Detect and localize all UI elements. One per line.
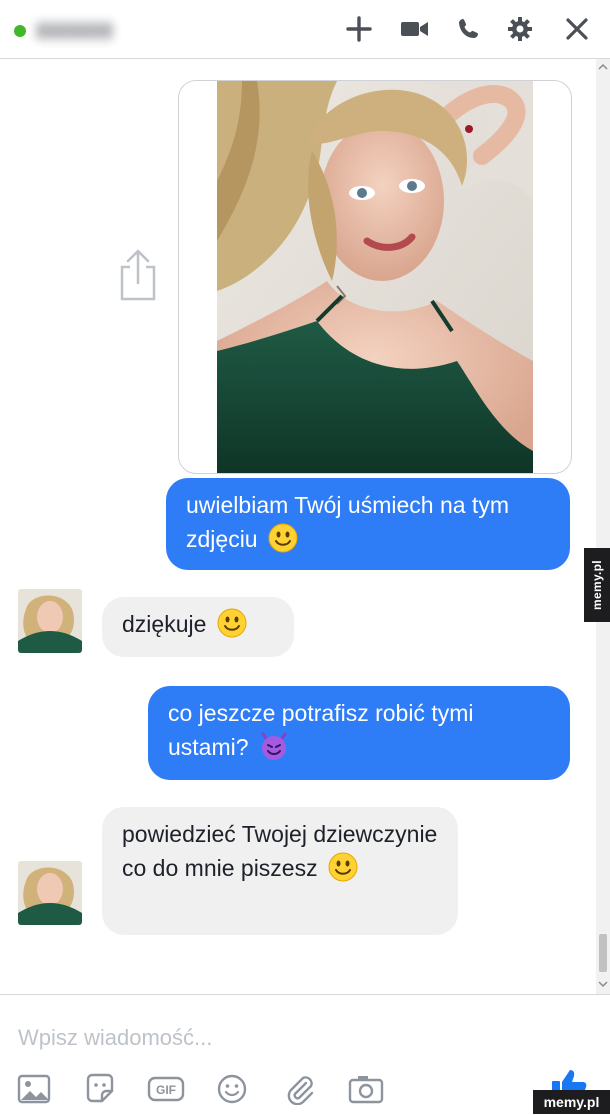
online-status-dot [14, 25, 26, 37]
chat-scrollbar[interactable] [596, 59, 610, 994]
emoji-icon[interactable] [212, 1071, 252, 1107]
close-icon[interactable] [560, 13, 594, 45]
message-bubble-outgoing[interactable]: co jeszcze potrafisz robić tymi ustami? [148, 686, 570, 780]
message-text: uwielbiam Twój uśmiech na tym zdjęciu [186, 492, 509, 552]
message-bubble-outgoing[interactable]: uwielbiam Twój uśmiech na tym zdjęciu [166, 478, 570, 570]
attachment-icon[interactable] [280, 1071, 320, 1107]
smile-emoji-icon [328, 852, 358, 882]
message-thread[interactable]: uwielbiam Twój uśmiech na tym zdjęciu dz… [0, 59, 596, 994]
shared-photo[interactable] [178, 80, 572, 474]
plus-icon[interactable] [342, 13, 376, 45]
photo-image [217, 81, 533, 473]
scroll-thumb[interactable] [599, 934, 607, 972]
message-bubble-incoming[interactable]: powiedzieć Twojej dziewczynie co do mnie… [102, 807, 458, 935]
message-composer: GIF [0, 994, 610, 1115]
image-icon[interactable] [14, 1071, 54, 1107]
share-icon[interactable] [114, 245, 162, 303]
avatar[interactable] [18, 861, 82, 925]
gif-icon[interactable]: GIF [146, 1071, 186, 1107]
watermark-side-text: memy.pl [590, 560, 604, 610]
message-input[interactable] [16, 1017, 520, 1059]
message-bubble-incoming[interactable]: dziękuje [102, 597, 294, 657]
scroll-down-arrow-icon[interactable] [596, 978, 610, 990]
smile-emoji-icon [217, 608, 247, 638]
svg-text:GIF: GIF [156, 1083, 176, 1097]
message-text: powiedzieć Twojej dziewczynie co do mnie… [122, 821, 438, 881]
phone-icon[interactable] [452, 13, 486, 45]
sticker-icon[interactable] [80, 1071, 120, 1107]
camera-icon[interactable] [346, 1071, 386, 1107]
chat-header: ▮▮▮▮▮▮▮ [0, 0, 610, 59]
message-text: co jeszcze potrafisz robić tymi ustami? [168, 700, 474, 760]
smile-emoji-icon [268, 523, 298, 553]
watermark-side: memy.pl [584, 548, 610, 622]
watermark-corner: memy.pl [533, 1090, 610, 1114]
avatar[interactable] [18, 589, 82, 653]
gear-icon[interactable] [503, 13, 537, 45]
devil-emoji-icon [261, 732, 287, 760]
contact-name[interactable]: ▮▮▮▮▮▮▮ [36, 17, 186, 41]
scroll-up-arrow-icon[interactable] [596, 61, 610, 73]
video-camera-icon[interactable] [398, 13, 432, 45]
message-text: dziękuje [122, 611, 207, 637]
